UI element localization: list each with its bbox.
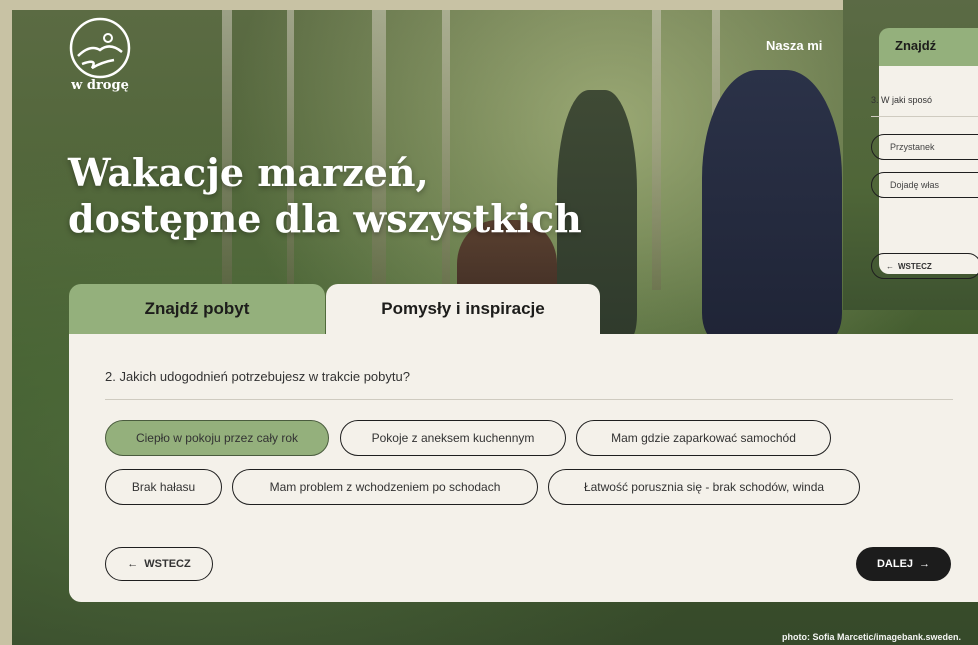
question-text: 2. Jakich udogodnień potrzebujesz w trak… [105, 369, 410, 384]
option-no-noise[interactable]: Brak hałasu [105, 469, 222, 505]
divider [105, 399, 953, 400]
back-button-label: WSTECZ [144, 558, 191, 570]
nav-link[interactable]: Nasza mi [766, 38, 822, 53]
logo[interactable]: w drogę [68, 16, 132, 100]
option-stairs-problem[interactable]: Mam problem z wchodzeniem po schodach [232, 469, 538, 505]
hero-background: w drogę Wakacje marzeń, dostępne dla wsz… [12, 10, 978, 645]
tab-find-stay[interactable]: Znajdź pobyt [69, 284, 325, 334]
arrow-right-icon: → [919, 558, 931, 570]
photo-credit: photo: Sofia Marcetic/imagebank.sweden. [782, 632, 962, 642]
arrow-left-icon: ← [127, 558, 139, 570]
hero-title-line-2: dostępne dla wszystkich [68, 196, 582, 241]
next-button-label: DALEJ [876, 558, 914, 570]
photo-person [702, 70, 842, 340]
option-accessibility-elevator[interactable]: Łatwość porusznia się - brak schodów, wi… [548, 469, 860, 505]
overlay-option-stop[interactable]: Przystanek [871, 134, 978, 160]
tree-trunk [652, 10, 661, 290]
overlay-back-button[interactable]: ← WSTECZ [871, 253, 978, 279]
overlay-divider [871, 116, 978, 117]
next-button[interactable]: DALEJ → [856, 547, 951, 581]
hero-title: Wakacje marzeń, dostępne dla wszystkich [68, 150, 582, 242]
arrow-left-icon: ← [886, 261, 894, 271]
overlay-option-own-car[interactable]: Dojadę włas [871, 172, 978, 198]
overlay-tab-label: Znajdź [895, 38, 937, 53]
overlay-question: 3. W jaki sposó [871, 95, 933, 105]
tab-ideas-inspirations[interactable]: Pomysły i inspiracje [326, 284, 600, 334]
hero-title-line-1: Wakacje marzeń, [68, 150, 429, 195]
questionnaire-panel: 2. Jakich udogodnień potrzebujesz w trak… [69, 334, 978, 602]
option-parking[interactable]: Mam gdzie zaparkować samochód [576, 420, 831, 456]
option-kitchenette[interactable]: Pokoje z aneksem kuchennym [340, 420, 566, 456]
logo-text: w drogę [71, 78, 129, 93]
back-button[interactable]: ← WSTECZ [105, 547, 213, 581]
overlay-back-label: WSTECZ [898, 261, 932, 271]
mountain-road-logo-icon [69, 17, 131, 79]
overlay-screenshot: Znajdź 3. W jaki sposó Przystanek Dojadę… [843, 0, 978, 310]
option-warm-room[interactable]: Ciepło w pokoju przez cały rok [105, 420, 329, 456]
